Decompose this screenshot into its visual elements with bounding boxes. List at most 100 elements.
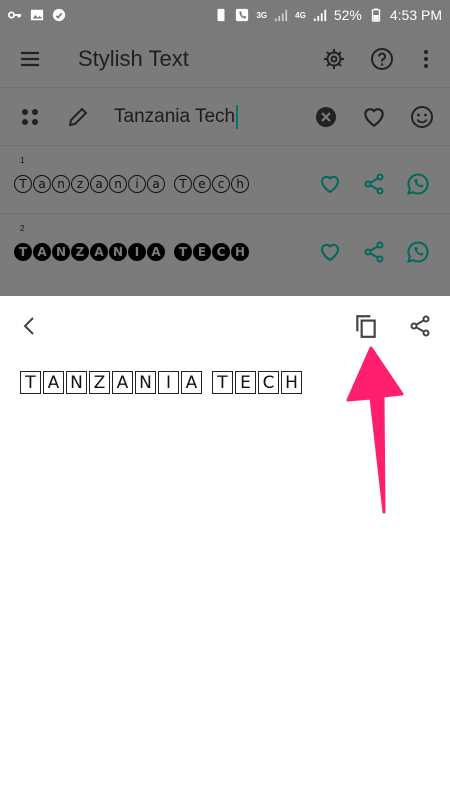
sync-icon: [52, 8, 66, 22]
app-background: Stylish Text Tanzania Tech 1 T a n z a n…: [0, 30, 450, 296]
styled-char: Z: [89, 371, 110, 394]
styled-char: c: [212, 174, 230, 193]
styled-char: a: [90, 174, 108, 193]
status-bar: 3G 4G 52% 4:53 PM: [0, 0, 450, 30]
text-input[interactable]: Tanzania Tech: [114, 104, 302, 129]
edit-button[interactable]: [54, 93, 102, 141]
styled-char: I: [158, 371, 179, 394]
input-row: Tanzania Tech: [0, 88, 450, 146]
styled-char: C: [212, 243, 230, 261]
signal-icon-2: [313, 9, 326, 22]
battery-percent: 52%: [333, 7, 362, 23]
styled-char: E: [235, 371, 256, 394]
gallery-icon: [30, 9, 44, 21]
copy-button[interactable]: [342, 302, 390, 350]
smiley-icon: [411, 105, 433, 128]
styled-char: T: [20, 371, 41, 394]
heart-icon: [320, 243, 340, 262]
styled-char: h: [231, 174, 249, 193]
result-number: 2: [20, 224, 25, 233]
styled-char: H: [281, 371, 302, 394]
heart-icon: [364, 107, 384, 127]
share-button[interactable]: [352, 160, 396, 208]
result-text-bubble-outline[interactable]: TanzaniaTech: [14, 174, 308, 193]
styled-char: A: [181, 371, 202, 394]
text-input-value: Tanzania Tech: [114, 105, 236, 127]
gear-icon: [324, 48, 344, 69]
help-button[interactable]: [358, 35, 406, 83]
app-title: Stylish Text: [78, 45, 189, 71]
result-row-2[interactable]: 2 TANZANIATECH: [0, 214, 450, 282]
app-toolbar: Stylish Text: [0, 30, 450, 88]
styled-char: N: [66, 371, 87, 394]
heart-icon: [320, 175, 340, 193]
favorites-button[interactable]: [350, 93, 398, 141]
network-3g-label: 3G: [256, 10, 268, 20]
styled-text-preview: TANZANIATECH: [20, 371, 450, 394]
styled-char: a: [147, 174, 165, 193]
whatsapp-button[interactable]: [396, 228, 440, 276]
back-button[interactable]: [6, 302, 54, 350]
whatsapp-icon: [407, 241, 429, 263]
styled-char: C: [258, 371, 279, 394]
styled-char: Z: [71, 243, 89, 261]
favorite-button[interactable]: [308, 228, 352, 276]
styles-grid-button[interactable]: [6, 93, 54, 141]
styled-char: T: [174, 243, 192, 261]
clear-button[interactable]: [302, 93, 350, 141]
help-icon: [371, 47, 393, 70]
copy-icon: [356, 315, 376, 338]
styled-char: E: [193, 243, 211, 261]
pencil-icon: [68, 107, 88, 126]
share-icon: [364, 241, 384, 263]
settings-button[interactable]: [310, 35, 358, 83]
menu-button[interactable]: [6, 35, 54, 83]
styled-char: T: [14, 174, 32, 193]
styled-char: A: [33, 243, 51, 261]
clock: 4:53 PM: [389, 7, 442, 23]
styled-char: n: [109, 174, 127, 193]
styled-char: n: [52, 174, 70, 193]
share-icon: [364, 173, 384, 194]
styled-char: a: [33, 174, 51, 193]
more-vert-icon: [424, 49, 428, 68]
signal-icon: [275, 9, 288, 22]
styled-char: A: [90, 243, 108, 261]
styled-char: N: [52, 243, 70, 261]
result-text-bubble-filled[interactable]: TANZANIATECH: [14, 243, 308, 261]
styled-char: I: [128, 243, 146, 261]
styled-char: N: [109, 243, 127, 261]
styled-char: A: [112, 371, 133, 394]
favorite-button[interactable]: [308, 160, 352, 208]
bottom-sheet: TANZANIATECH: [0, 296, 450, 800]
text-caret: [236, 104, 239, 129]
drag-icon: [22, 108, 38, 125]
styled-char: T: [14, 243, 32, 261]
styled-char: H: [231, 243, 249, 261]
styled-char: A: [43, 371, 64, 394]
menu-icon: [21, 51, 39, 66]
styled-char: N: [135, 371, 156, 394]
result-number: 1: [20, 156, 25, 165]
whatsapp-icon: [407, 172, 429, 195]
char-space: [204, 371, 212, 394]
styled-char: e: [193, 174, 211, 193]
sheet-share-button[interactable]: [396, 302, 444, 350]
result-row-1[interactable]: 1 TanzaniaTech: [0, 146, 450, 214]
styled-char: A: [147, 243, 165, 261]
overflow-menu-button[interactable]: [406, 35, 446, 83]
battery-icon: [371, 8, 381, 22]
styled-char: T: [174, 174, 192, 193]
share-button[interactable]: [352, 228, 396, 276]
share-icon: [410, 315, 430, 337]
styled-char: T: [212, 371, 233, 394]
emoji-button[interactable]: [398, 93, 446, 141]
vibrate-icon: [217, 8, 225, 22]
network-4g-label: 4G: [295, 10, 306, 20]
clear-icon: [316, 106, 336, 127]
key-icon: [8, 11, 22, 19]
whatsapp-button[interactable]: [396, 160, 440, 208]
styled-char: i: [128, 174, 146, 193]
styled-char: z: [71, 174, 89, 193]
back-icon: [23, 317, 34, 335]
